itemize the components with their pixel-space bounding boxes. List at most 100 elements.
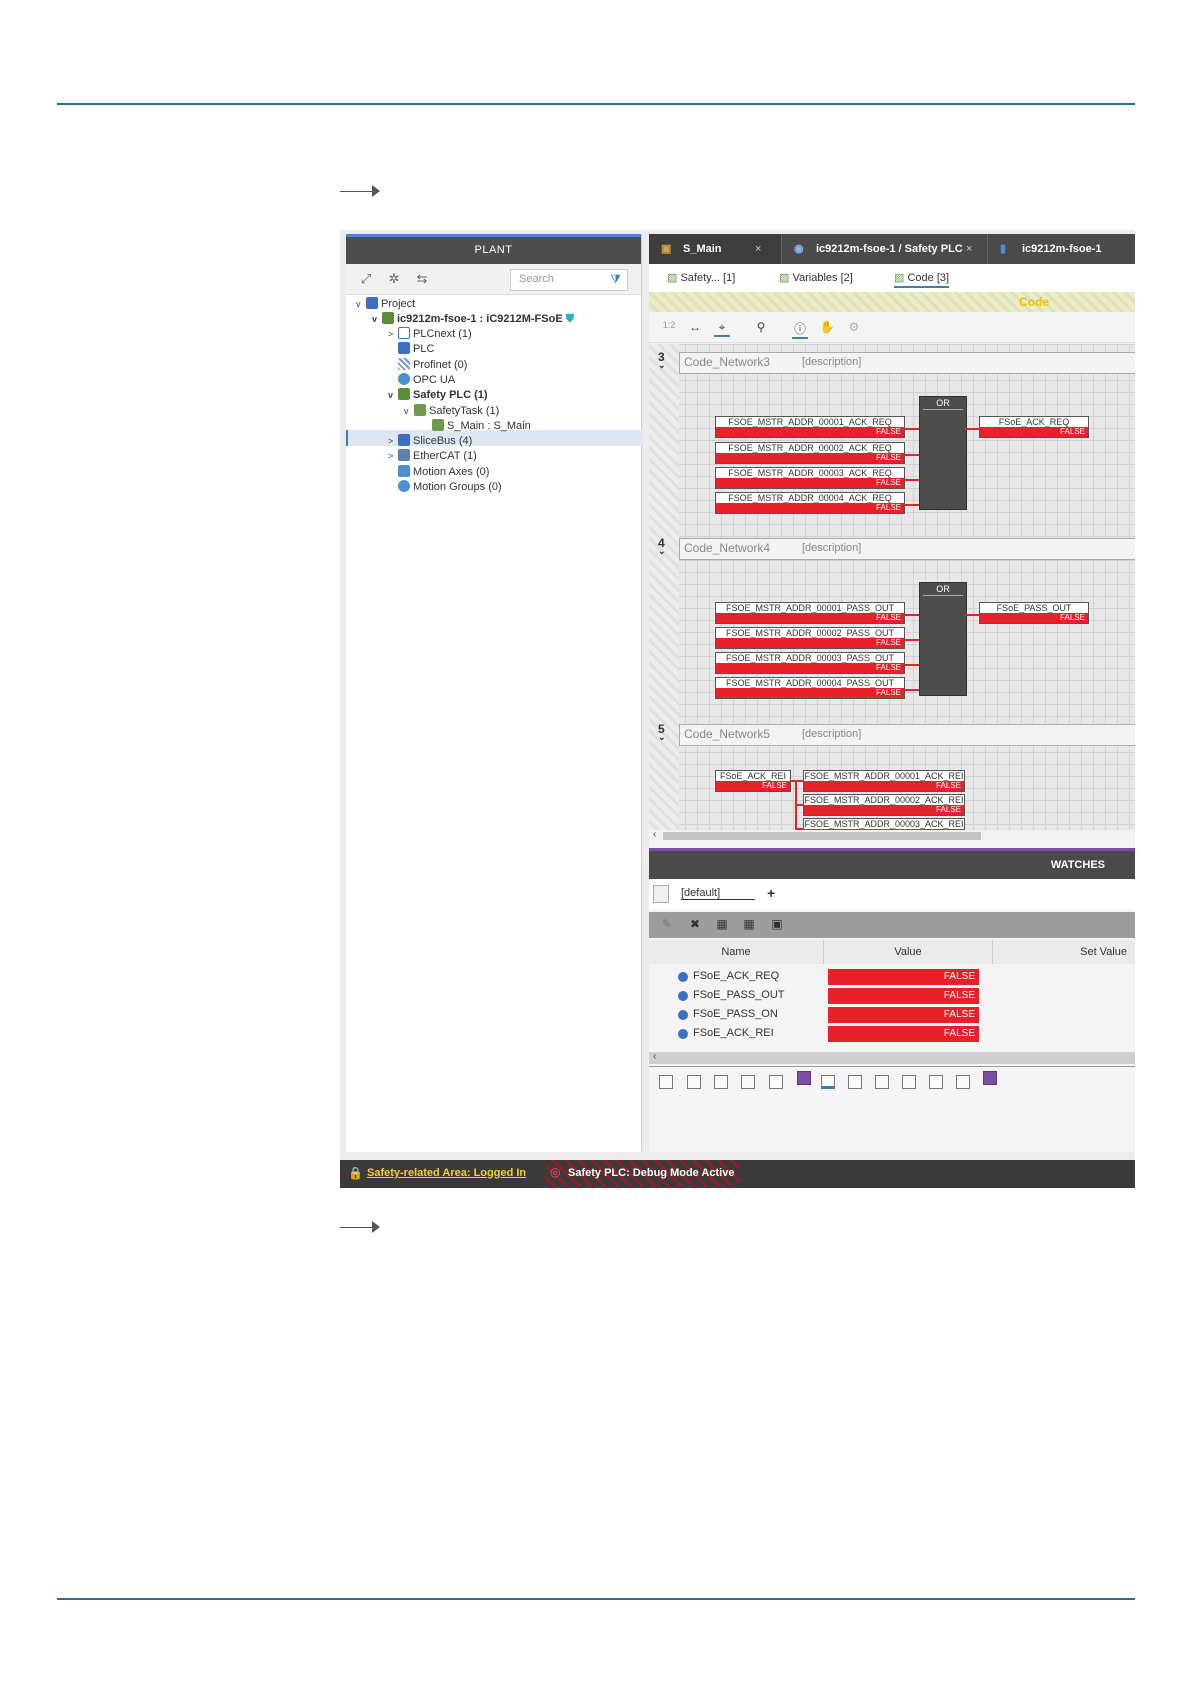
settings-icon[interactable]: ⚙ bbox=[846, 320, 862, 334]
safety-area-status[interactable]: Safety-related Area: Logged In bbox=[367, 1167, 526, 1179]
chart-icon[interactable] bbox=[741, 1075, 755, 1089]
save-icon[interactable]: ▣ bbox=[769, 917, 785, 931]
output-variable[interactable]: FSoE_PASS_OUT FALSE bbox=[979, 602, 1089, 624]
search-icon[interactable] bbox=[687, 1075, 701, 1089]
watch-list-icon[interactable] bbox=[653, 885, 669, 903]
close-icon[interactable]: × bbox=[966, 234, 972, 264]
target-variable[interactable]: FSOE_MSTR_ADDR_00003_ACK_REIFALSE bbox=[803, 818, 965, 830]
watches-scrollbar[interactable]: ‹ bbox=[649, 1051, 1135, 1064]
delete-icon[interactable]: ✖ bbox=[687, 917, 703, 931]
caret-down-icon[interactable]: v bbox=[372, 311, 382, 327]
filter-icon[interactable]: ⧩ bbox=[610, 272, 621, 287]
tree-item-s-main[interactable]: S_Main : S_Main bbox=[432, 418, 531, 434]
monitor-all-icon[interactable]: ▦ bbox=[741, 917, 757, 931]
document-icon[interactable] bbox=[769, 1075, 783, 1089]
sync-icon[interactable]: ⇆ bbox=[414, 271, 430, 287]
zoom-level[interactable]: 1:2 bbox=[659, 320, 679, 330]
result-arrow-icon bbox=[340, 1215, 380, 1233]
network-header[interactable]: Code_Network3 [description] bbox=[679, 352, 1135, 374]
column-header-value[interactable]: Value bbox=[824, 940, 993, 964]
pointer-icon[interactable]: ⌖ bbox=[714, 320, 730, 337]
caret-right-icon[interactable]: > bbox=[388, 433, 398, 449]
monitor-icon[interactable]: ▦ bbox=[714, 917, 730, 931]
close-icon[interactable]: × bbox=[755, 234, 761, 264]
table-row[interactable]: FSoE_ACK_REI FALSE bbox=[649, 1025, 1135, 1043]
search-input[interactable]: Search ⧩ bbox=[510, 269, 628, 291]
chevron-down-icon[interactable]: ⌄ bbox=[658, 732, 666, 743]
terminal-icon[interactable] bbox=[902, 1075, 916, 1089]
hand-icon[interactable]: ✋ bbox=[819, 320, 835, 334]
tree-item-safety-plc[interactable]: v Safety PLC (1) bbox=[388, 387, 488, 403]
input-variable[interactable]: FSOE_MSTR_ADDR_00004_PASS_OUT FALSE bbox=[715, 677, 905, 699]
tab-device[interactable]: ▮ ic9212m-fsoe-1 bbox=[988, 234, 1135, 264]
input-variable[interactable]: FSOE_MSTR_ADDR_00003_ACK_REQ FALSE bbox=[715, 467, 905, 489]
add-watch-tab-button[interactable]: + bbox=[767, 885, 775, 901]
tree-item-device[interactable]: v ic9212m-fsoe-1 : iC9212M-FSoE ⛊ bbox=[372, 311, 574, 327]
group-icon bbox=[398, 480, 410, 492]
zoom-icon[interactable]: ⚲ bbox=[753, 320, 769, 334]
caret-right-icon[interactable]: > bbox=[388, 448, 398, 464]
caret-down-icon[interactable]: v bbox=[388, 387, 398, 403]
chevron-down-icon[interactable]: ⌄ bbox=[658, 360, 666, 371]
source-variable[interactable]: FSoE_ACK_REI FALSE bbox=[715, 770, 791, 792]
target-variable[interactable]: FSOE_MSTR_ADDR_00001_ACK_REI FALSE bbox=[803, 770, 965, 792]
column-header-set-value[interactable]: Set Value bbox=[993, 940, 1135, 964]
tree-item-opcua[interactable]: OPC UA bbox=[398, 372, 455, 388]
tree-item-safety-task[interactable]: v SafetyTask (1) bbox=[404, 403, 499, 419]
subtab-variables[interactable]: ▨ Variables [2] bbox=[779, 271, 853, 284]
network-header[interactable]: Code_Network5 [description] bbox=[679, 724, 1135, 746]
column-header-name[interactable]: Name bbox=[649, 940, 824, 964]
window-icon[interactable] bbox=[956, 1075, 970, 1089]
tree-item-motion-groups[interactable]: Motion Groups (0) bbox=[398, 479, 502, 495]
tree-item-profinet[interactable]: Profinet (0) bbox=[398, 357, 467, 373]
code-canvas[interactable]: 3 ⌄ Code_Network3 [description] FSOE_MST… bbox=[649, 344, 1135, 830]
subtab-safety[interactable]: ▨ Safety... [1] bbox=[667, 271, 735, 284]
chevron-left-icon[interactable]: ‹ bbox=[653, 1051, 656, 1062]
input-variable[interactable]: FSOE_MSTR_ADDR_00001_ACK_REQ FALSE bbox=[715, 416, 905, 438]
chevron-down-icon[interactable]: ⌄ bbox=[658, 546, 666, 557]
tab-s-main[interactable]: ▣ S_Main × bbox=[649, 234, 782, 264]
message-icon[interactable] bbox=[797, 1071, 811, 1085]
output-variable[interactable]: FSoE_ACK_REQ FALSE bbox=[979, 416, 1089, 438]
tree-item-project[interactable]: v Project bbox=[356, 296, 415, 312]
input-variable[interactable]: FSOE_MSTR_ADDR_00002_ACK_REQ FALSE bbox=[715, 442, 905, 464]
list-icon[interactable] bbox=[659, 1075, 673, 1089]
tree-item-plcnext[interactable]: > PLCnext (1) bbox=[388, 326, 472, 342]
info-icon[interactable]: ⓘ bbox=[792, 320, 808, 339]
tree-item-slicebus[interactable]: > SliceBus (4) bbox=[388, 433, 472, 449]
table-row[interactable]: FSoE_ACK_REQ FALSE bbox=[649, 968, 1135, 986]
tree-item-plc[interactable]: PLC bbox=[398, 341, 434, 357]
note-icon[interactable] bbox=[929, 1075, 943, 1089]
caret-down-icon[interactable]: v bbox=[404, 403, 414, 419]
target-variable[interactable]: FSOE_MSTR_ADDR_00002_ACK_REI FALSE bbox=[803, 794, 965, 816]
table-row[interactable]: FSoE_PASS_OUT FALSE bbox=[649, 987, 1135, 1005]
subtab-code[interactable]: ▨ Code [3] bbox=[894, 271, 950, 288]
scrollbar-thumb[interactable] bbox=[663, 832, 981, 840]
image-icon[interactable] bbox=[714, 1075, 728, 1089]
table-row[interactable]: FSoE_PASS_ON FALSE bbox=[649, 1006, 1135, 1024]
caret-down-icon[interactable]: v bbox=[356, 296, 366, 312]
network-header[interactable]: Code_Network4 [description] bbox=[679, 538, 1135, 560]
trend-icon[interactable] bbox=[848, 1075, 862, 1089]
or-block[interactable]: OR bbox=[919, 582, 967, 696]
watches-icon[interactable] bbox=[821, 1075, 835, 1089]
expand-all-icon[interactable]: ⤢ bbox=[358, 271, 374, 287]
watch-tab-default[interactable]: [default] bbox=[681, 887, 755, 900]
input-variable[interactable]: FSOE_MSTR_ADDR_00003_PASS_OUT FALSE bbox=[715, 652, 905, 674]
input-variable[interactable]: FSOE_MSTR_ADDR_00002_PASS_OUT FALSE bbox=[715, 627, 905, 649]
canvas-scrollbar[interactable]: ‹ bbox=[649, 829, 1135, 842]
tab-safety-plc[interactable]: ◉ ic9212m-fsoe-1 / Safety PLC × bbox=[782, 234, 988, 264]
notification-icon[interactable] bbox=[983, 1071, 997, 1085]
chevron-left-icon[interactable]: ‹ bbox=[653, 829, 656, 840]
collapse-all-icon[interactable]: ✲ bbox=[386, 271, 402, 287]
input-variable[interactable]: FSOE_MSTR_ADDR_00004_ACK_REQ FALSE bbox=[715, 492, 905, 514]
connect-icon[interactable]: ↔ bbox=[687, 320, 703, 334]
caret-right-icon[interactable]: > bbox=[388, 326, 398, 342]
tree-item-motion-axes[interactable]: Motion Axes (0) bbox=[398, 464, 489, 480]
tree-item-ethercat[interactable]: > EtherCAT (1) bbox=[388, 448, 477, 464]
device-icon[interactable] bbox=[875, 1075, 889, 1089]
or-block[interactable]: OR bbox=[919, 396, 967, 510]
variable-icon bbox=[678, 972, 688, 982]
input-variable[interactable]: FSOE_MSTR_ADDR_00001_PASS_OUT FALSE bbox=[715, 602, 905, 624]
edit-icon[interactable]: ✎ bbox=[659, 917, 675, 931]
